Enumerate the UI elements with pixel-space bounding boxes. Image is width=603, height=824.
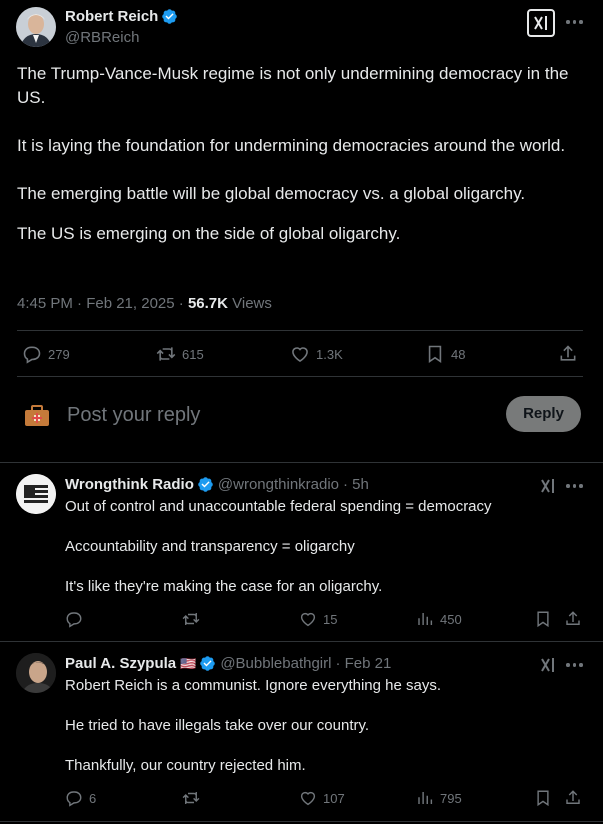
heart-icon xyxy=(299,610,317,628)
tweet-paragraph: The emerging battle will be global democ… xyxy=(17,184,526,203)
repost-icon xyxy=(156,344,176,364)
repost-action[interactable]: 615 xyxy=(156,344,204,364)
reply-count: 279 xyxy=(48,346,70,362)
flag-emoji: 🇺🇸 xyxy=(180,655,197,671)
reply-avatar[interactable] xyxy=(16,474,56,514)
reply-action[interactable]: 279 xyxy=(22,344,70,364)
reply-icon xyxy=(65,610,83,628)
reply-paragraph: Thankfully, our country rejected him. xyxy=(65,757,306,774)
more-options-icon[interactable] xyxy=(566,484,583,488)
reply-paragraph: Accountability and transparency = oligar… xyxy=(65,538,355,555)
bookmark-icon[interactable] xyxy=(534,789,552,807)
author-avatar[interactable] xyxy=(16,7,56,47)
verified-badge-icon xyxy=(197,476,214,493)
repost-count: 615 xyxy=(182,346,204,362)
grok-icon xyxy=(532,14,550,32)
repost-action[interactable] xyxy=(182,610,206,628)
verified-badge-icon xyxy=(199,655,216,672)
reply-input[interactable]: Post your reply xyxy=(67,401,487,429)
views-action[interactable]: 795 xyxy=(416,789,462,807)
divider xyxy=(17,376,583,377)
like-count: 107 xyxy=(323,790,345,806)
author-name[interactable]: Robert Reich xyxy=(65,8,158,25)
analytics-icon xyxy=(416,610,434,628)
views-count: 450 xyxy=(440,611,462,627)
divider xyxy=(0,821,603,822)
tweet-timestamp[interactable]: 4:45 PM · Feb 21, 2025 · xyxy=(17,295,188,312)
like-action[interactable]: 15 xyxy=(299,610,337,628)
repost-action[interactable] xyxy=(182,789,206,807)
reply-action[interactable] xyxy=(65,610,89,628)
reply-paragraph: Robert Reich is a communist. Ignore ever… xyxy=(65,677,442,694)
bookmark-action[interactable]: 48 xyxy=(425,344,465,364)
more-options-icon[interactable] xyxy=(566,20,583,24)
bookmark-icon xyxy=(425,344,445,364)
share-icon[interactable] xyxy=(558,344,578,364)
reply-text: Out of control and unaccountable federal… xyxy=(65,497,585,617)
heart-icon xyxy=(299,789,317,807)
reply-time[interactable]: · 5h xyxy=(343,476,369,493)
reply-handle[interactable]: @Bubblebathgirl xyxy=(220,655,331,672)
like-action[interactable]: 107 xyxy=(299,789,345,807)
analytics-icon xyxy=(416,789,434,807)
reply-count: 6 xyxy=(89,790,97,806)
views-label: Views xyxy=(227,295,272,312)
views-count: 795 xyxy=(440,790,462,806)
bookmark-icon[interactable] xyxy=(534,610,552,628)
tweet-text: The Trump-Vance-Musk regime is not only … xyxy=(17,62,583,270)
views-count: 56.7K xyxy=(187,295,228,312)
like-count: 1.3K xyxy=(316,346,343,362)
tweet-paragraph: The US is emerging on the side of global… xyxy=(17,224,401,243)
tweet-paragraph: It is laying the foundation for undermin… xyxy=(17,136,566,155)
tweet-meta: 4:45 PM · Feb 21, 2025 · 56.7K Views xyxy=(17,295,272,312)
author-handle[interactable]: @RBReich xyxy=(65,29,139,46)
verified-badge-icon xyxy=(161,8,178,25)
reply-icon xyxy=(65,789,83,807)
current-user-avatar[interactable] xyxy=(24,403,50,429)
reply-paragraph: Out of control and unaccountable federal… xyxy=(65,498,492,515)
tweet-paragraph: The Trump-Vance-Musk regime is not only … xyxy=(17,64,569,107)
repost-icon xyxy=(182,789,200,807)
reply-author-name[interactable]: Wrongthink Radio xyxy=(65,476,194,493)
reply-button[interactable]: Reply xyxy=(506,396,581,432)
heart-icon xyxy=(290,344,310,364)
reply-avatar[interactable] xyxy=(16,653,56,693)
grok-icon[interactable] xyxy=(539,656,557,674)
reply-header: Wrongthink Radio @wrongthinkradio · 5h xyxy=(65,476,369,493)
reply-paragraph: It's like they're making the case for an… xyxy=(65,578,383,595)
share-icon[interactable] xyxy=(564,610,582,628)
repost-icon xyxy=(182,610,200,628)
divider xyxy=(0,462,603,463)
views-action[interactable]: 450 xyxy=(416,610,462,628)
share-icon[interactable] xyxy=(564,789,582,807)
reply-time[interactable]: · Feb 21 xyxy=(335,655,391,672)
grok-button[interactable] xyxy=(527,9,555,37)
divider xyxy=(17,330,583,331)
reply-icon xyxy=(22,344,42,364)
bookmark-count: 48 xyxy=(451,346,466,362)
reply-header: Paul A. Szypula 🇺🇸 @Bubblebathgirl · Feb… xyxy=(65,655,391,672)
reply-text: Robert Reich is a communist. Ignore ever… xyxy=(65,676,585,796)
divider xyxy=(0,641,603,642)
reply-paragraph: He tried to have illegals take over our … xyxy=(65,717,370,734)
like-count: 15 xyxy=(323,611,338,627)
more-options-icon[interactable] xyxy=(566,663,583,667)
grok-icon[interactable] xyxy=(539,477,557,495)
author-name-row[interactable]: Robert Reich xyxy=(65,8,178,25)
reply-handle[interactable]: @wrongthinkradio xyxy=(218,476,339,493)
like-action[interactable]: 1.3K xyxy=(290,344,343,364)
reply-author-name[interactable]: Paul A. Szypula xyxy=(65,655,176,672)
reply-action[interactable]: 6 xyxy=(65,789,96,807)
